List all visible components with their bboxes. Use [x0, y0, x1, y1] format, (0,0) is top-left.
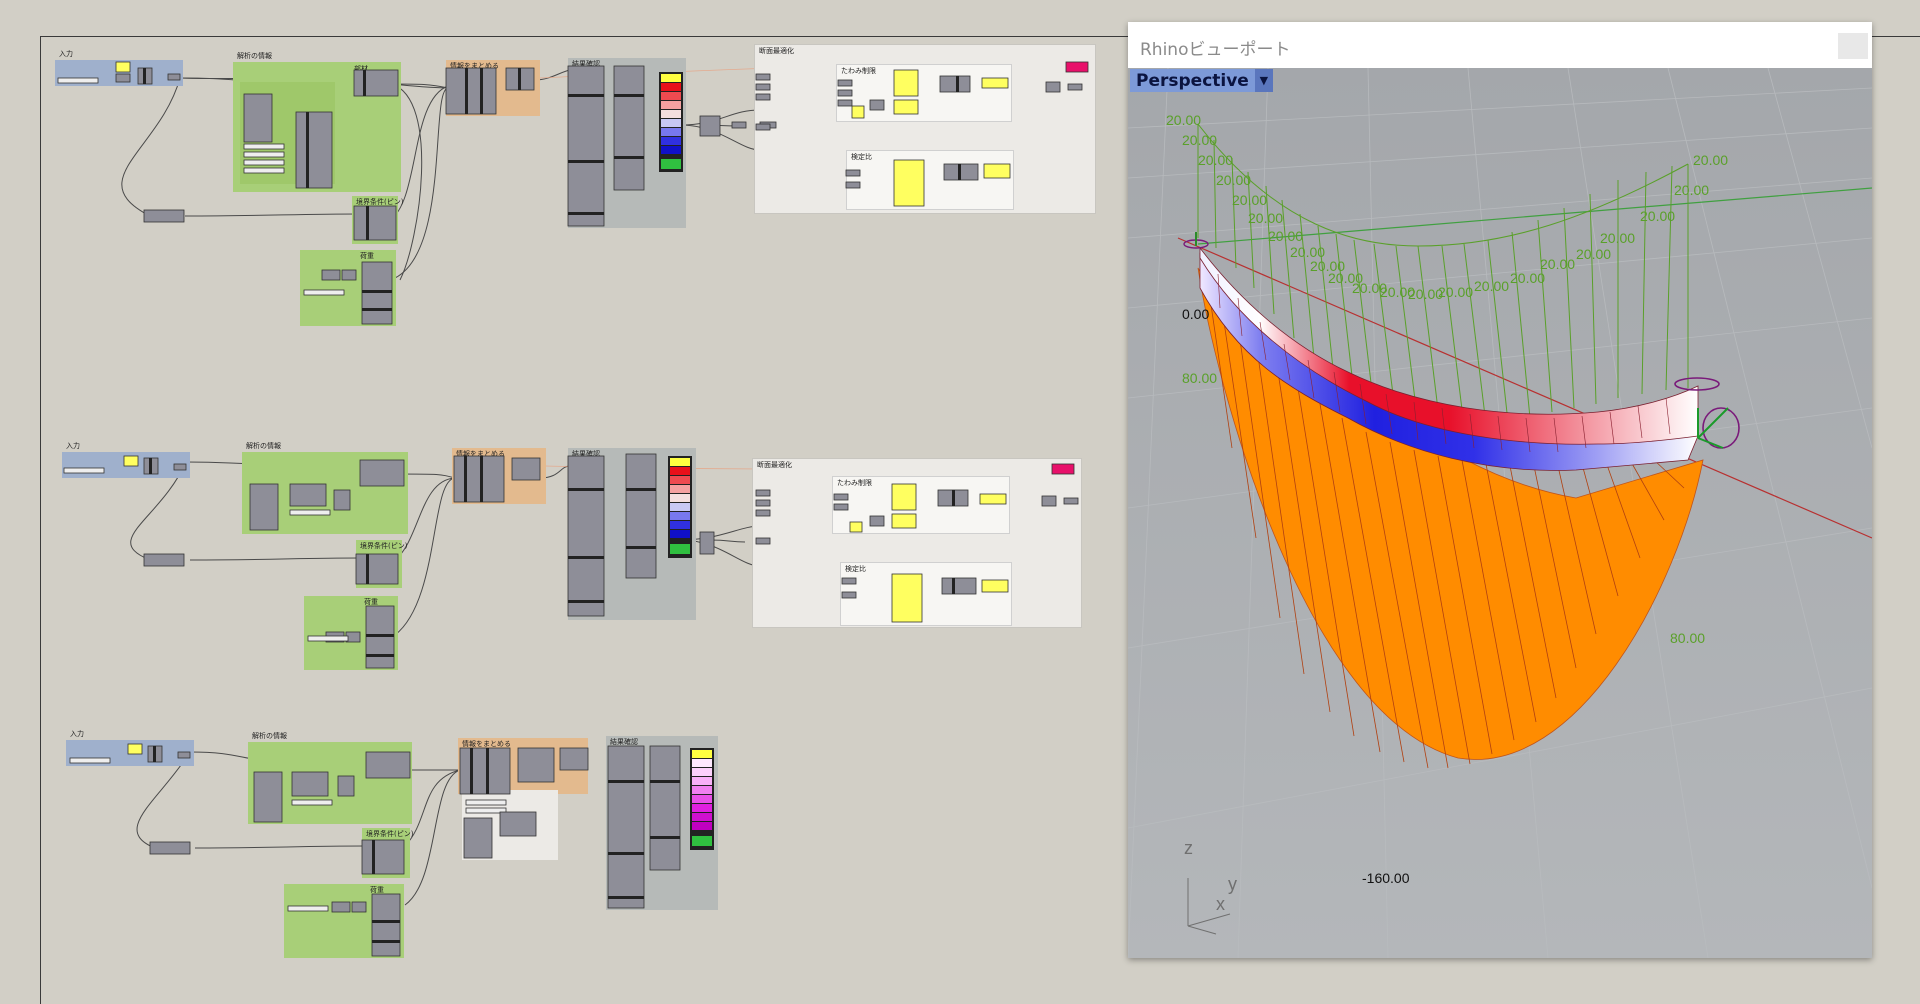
component-layer	[57, 61, 1089, 957]
dim-label: 20.00	[1438, 284, 1474, 300]
depth-label: -160.00	[1362, 870, 1410, 886]
axis-z-label: z	[1184, 838, 1193, 858]
dim-label: 20.00	[1248, 210, 1284, 226]
dim-label: 20.00	[1216, 172, 1252, 188]
dim-label: 20.00	[1232, 192, 1268, 208]
dim-label: 20.00	[1693, 152, 1729, 168]
dim-label: 20.00	[1640, 208, 1676, 224]
canvas-border-right-top	[1872, 36, 1920, 37]
height-label-left: 80.00	[1182, 370, 1218, 386]
dim-label: 20.00	[1674, 182, 1710, 198]
dim-label: 20.00	[1510, 270, 1546, 286]
dim-label: 20.00	[1600, 230, 1636, 246]
viewport-labels: 20.00 20.00 20.00 20.00 20.00 20.00 20.0…	[1128, 22, 1872, 958]
origin-label: 0.00	[1182, 306, 1210, 322]
height-label-right: 80.00	[1670, 630, 1706, 646]
dim-label: 20.00	[1540, 256, 1576, 272]
dim-label: 20.00	[1198, 152, 1234, 168]
dim-label: 20.00	[1166, 112, 1202, 128]
dim-label: 20.00	[1474, 278, 1510, 294]
axis-x-label: x	[1216, 894, 1225, 914]
rhino-viewport-window[interactable]: Rhinoビューポート Perspective ▼ 20.00 20.00 20…	[1128, 22, 1872, 958]
dim-label: 20.00	[1576, 246, 1612, 262]
dim-label: 20.00	[1182, 132, 1218, 148]
dim-label: 20.00	[1268, 228, 1304, 244]
axis-y-label: y	[1228, 874, 1237, 894]
